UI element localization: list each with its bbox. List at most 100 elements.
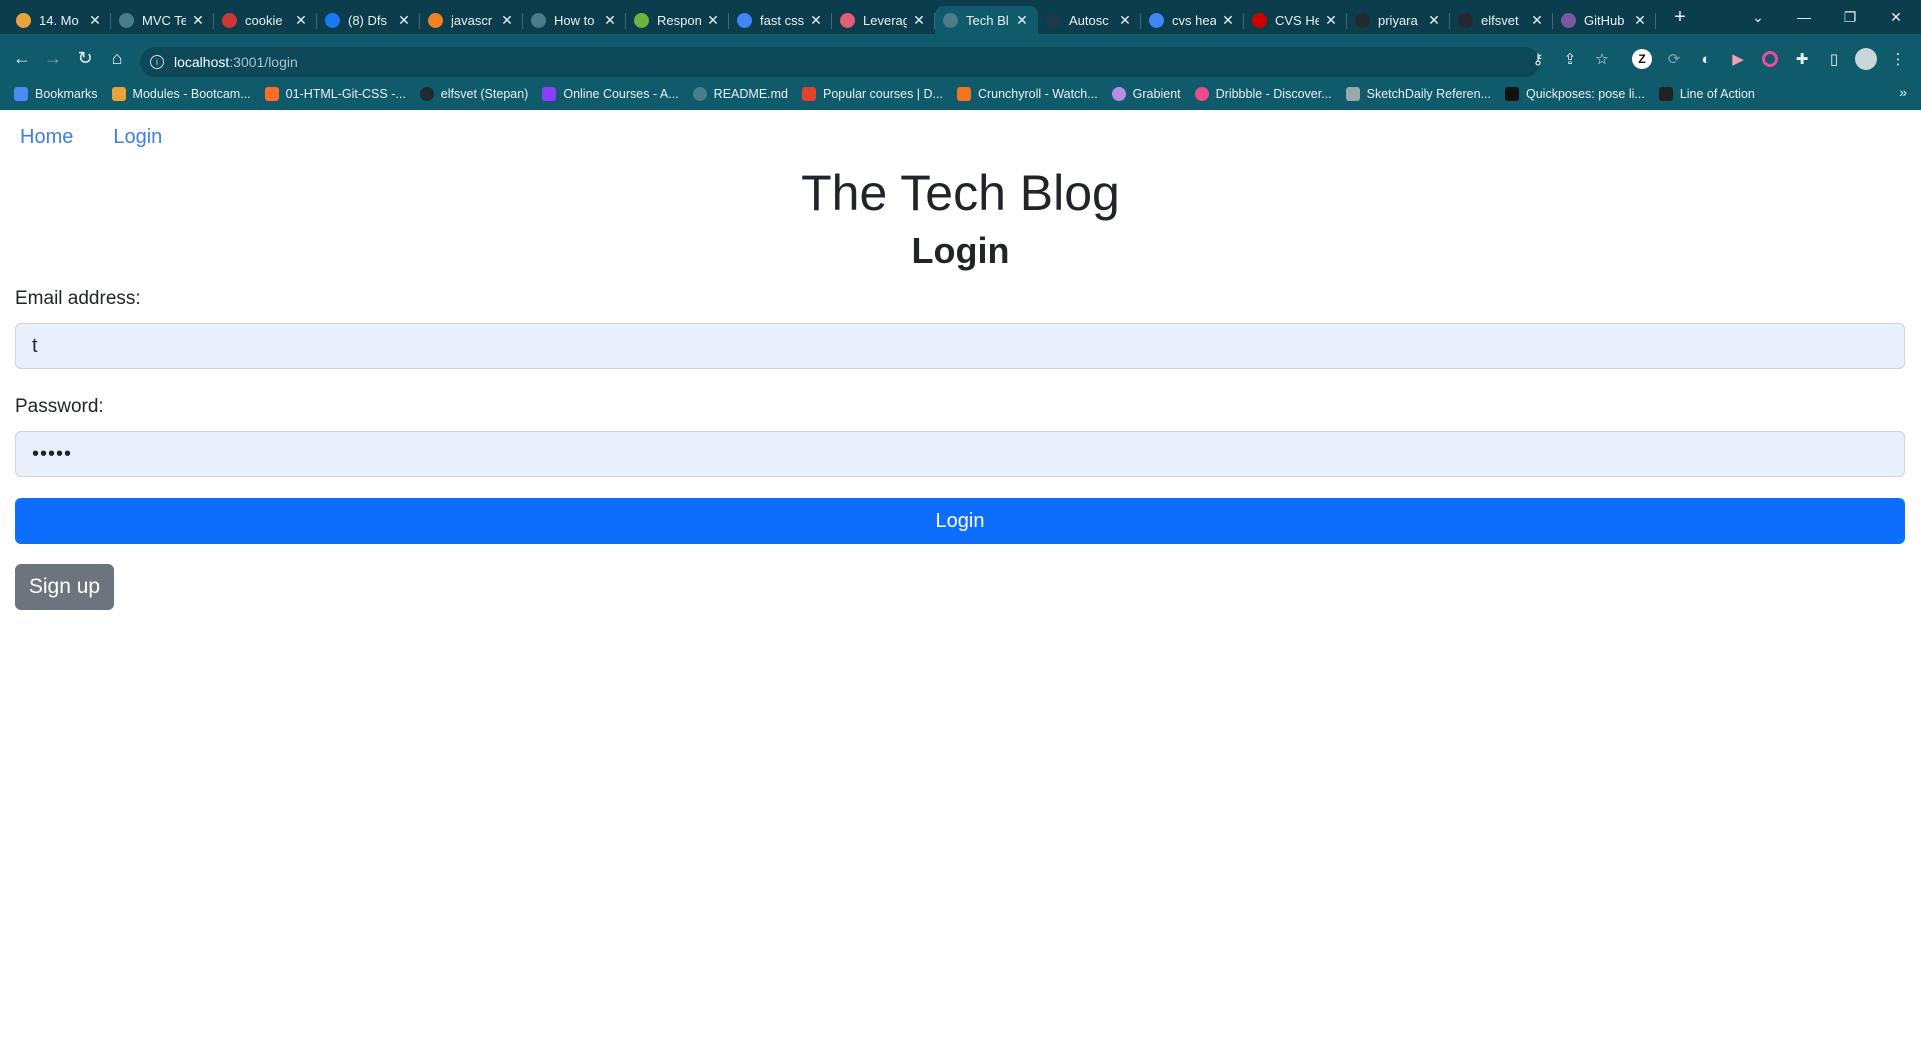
minimize-icon[interactable]: — — [1781, 0, 1827, 34]
browser-tab[interactable]: Autosc ✕ — [1038, 6, 1141, 34]
crunchyroll-icon — [956, 87, 971, 101]
browser-tab[interactable]: priyara ✕ — [1347, 6, 1450, 34]
password-field[interactable]: ••••• — [15, 431, 1905, 477]
close-tab-icon[interactable]: ✕ — [499, 12, 515, 29]
bookmark-item[interactable]: Bookmarks — [14, 87, 98, 101]
bookmark-label: Line of Action — [1679, 87, 1755, 101]
browser-tab[interactable]: MVC Te ✕ — [111, 6, 214, 34]
new-tab-icon[interactable]: + — [1668, 6, 1692, 29]
tab-title: elfsvet — [1481, 12, 1519, 28]
back-icon[interactable]: ← — [9, 45, 35, 71]
github-icon — [1458, 12, 1473, 28]
close-tab-icon[interactable]: ✕ — [396, 12, 412, 29]
extension-zotero-icon[interactable]: Z — [1630, 47, 1654, 71]
browser-tab[interactable]: cvs hea ✕ — [1141, 6, 1244, 34]
forward-icon[interactable]: → — [40, 45, 66, 71]
email-label: Email address: — [15, 288, 141, 309]
close-tab-icon[interactable]: ✕ — [1220, 12, 1236, 29]
home-icon[interactable]: ⌂ — [104, 45, 130, 71]
nav-home-link[interactable]: Home — [20, 126, 73, 149]
browser-tab[interactable]: elfsvet ✕ — [1450, 6, 1553, 34]
extension-colorpick-icon[interactable] — [1758, 47, 1782, 71]
close-tab-icon[interactable]: ✕ — [705, 12, 721, 29]
browser-tab[interactable]: Tech Bl ✕ — [935, 6, 1038, 34]
address-bar[interactable]: i localhost:3001/login — [140, 47, 1540, 77]
google-icon — [1149, 12, 1164, 28]
browser-tab[interactable]: 14. Mo ✕ — [8, 6, 111, 34]
email-field[interactable]: t — [15, 323, 1905, 369]
login-button[interactable]: Login — [15, 498, 1905, 544]
tab-separator — [1655, 13, 1656, 29]
reload-icon[interactable]: ↻ — [72, 45, 98, 71]
address-host: localhost — [174, 54, 230, 70]
dribbble-icon — [1194, 87, 1209, 101]
bookmark-star-icon[interactable]: ☆ — [1590, 47, 1614, 71]
bookmark-label: Online Courses - A... — [563, 87, 679, 101]
bookmarks-overflow-icon[interactable]: » — [1899, 84, 1907, 100]
close-tab-icon[interactable]: ✕ — [911, 12, 927, 29]
tab-title: Leverag — [863, 12, 907, 28]
profile-avatar-icon[interactable] — [1854, 47, 1878, 71]
close-tab-icon[interactable]: ✕ — [1426, 12, 1442, 29]
browser-tab[interactable]: How to ✕ — [523, 6, 626, 34]
bookmark-item[interactable]: Popular courses | D... — [802, 87, 943, 101]
github-icon — [1355, 12, 1370, 28]
sketch-icon — [1345, 87, 1360, 101]
password-label: Password: — [15, 396, 104, 417]
side-panel-icon[interactable]: ▯ — [1822, 47, 1846, 71]
bookmark-item[interactable]: 01-HTML-Git-CSS -... — [264, 87, 406, 101]
browser-tab[interactable]: cookie ✕ — [214, 6, 317, 34]
tab-search-icon[interactable]: ⌄ — [1735, 0, 1781, 34]
bookmark-item[interactable]: SketchDaily Referen... — [1345, 87, 1491, 101]
bookmark-label: 01-HTML-Git-CSS -... — [285, 87, 406, 101]
bookmark-item[interactable]: Quickposes: pose li... — [1505, 87, 1645, 101]
close-tab-icon[interactable]: ✕ — [1632, 12, 1648, 29]
bookmark-item[interactable]: elfsvet (Stepan) — [419, 87, 528, 101]
browser-tab[interactable]: javascr ✕ — [420, 6, 523, 34]
bookmark-item[interactable]: Dribbble - Discover... — [1194, 87, 1332, 101]
tab-title: Tech Bl — [966, 12, 1009, 28]
site-info-icon[interactable]: i — [150, 55, 164, 69]
bookmark-item[interactable]: README.md — [692, 87, 788, 101]
key-icon[interactable]: ⚷ — [1526, 47, 1550, 71]
stackoverflow-icon — [428, 12, 443, 28]
bookmark-item[interactable]: Modules - Bootcam... — [111, 87, 251, 101]
browser-tab[interactable]: (8) Dfs ✕ — [317, 6, 420, 34]
close-tab-icon[interactable]: ✕ — [1323, 12, 1339, 29]
close-tab-icon[interactable]: ✕ — [808, 12, 824, 29]
tab-title: cookie — [245, 12, 283, 28]
bookmark-item[interactable]: Crunchyroll - Watch... — [956, 87, 1098, 101]
browser-tab[interactable]: fast css ✕ — [729, 6, 832, 34]
signup-button[interactable]: Sign up — [15, 564, 114, 610]
bookmark-item[interactable]: Line of Action — [1658, 87, 1755, 101]
close-tab-icon[interactable]: ✕ — [1014, 12, 1030, 29]
tab-title: Autosc — [1069, 12, 1109, 28]
close-tab-icon[interactable]: ✕ — [87, 12, 103, 29]
udemy-icon — [111, 87, 126, 101]
share-icon[interactable]: ⇪ — [1558, 47, 1582, 71]
extension-video-icon[interactable]: ▶ — [1726, 47, 1750, 71]
browser-tab[interactable]: GitHub ✕ — [1553, 6, 1656, 34]
close-window-icon[interactable]: ✕ — [1873, 0, 1919, 34]
page-content: Home Login The Tech Blog Login Email add… — [0, 110, 1921, 1041]
extensions-puzzle-icon[interactable]: ✚ — [1790, 47, 1814, 71]
close-tab-icon[interactable]: ✕ — [1117, 12, 1133, 29]
globe-icon — [692, 87, 707, 101]
browser-tab[interactable]: Respon ✕ — [626, 6, 729, 34]
close-tab-icon[interactable]: ✕ — [602, 12, 618, 29]
browser-tab[interactable]: CVS He ✕ — [1244, 6, 1347, 34]
close-tab-icon[interactable]: ✕ — [190, 12, 206, 29]
nav-login-link[interactable]: Login — [113, 126, 162, 149]
bookmark-label: SketchDaily Referen... — [1366, 87, 1491, 101]
close-tab-icon[interactable]: ✕ — [293, 12, 309, 29]
close-tab-icon[interactable]: ✕ — [1529, 12, 1545, 29]
bookmark-label: Bookmarks — [35, 87, 98, 101]
shield-icon — [542, 87, 557, 101]
extension-dark-icon[interactable]: ◐ — [1694, 47, 1718, 71]
bookmark-item[interactable]: Grabient — [1111, 87, 1181, 101]
menu-kebab-icon[interactable]: ⋮ — [1886, 47, 1910, 71]
bookmark-item[interactable]: Online Courses - A... — [542, 87, 679, 101]
extension-sync-icon[interactable]: ⟳ — [1662, 47, 1686, 71]
restore-icon[interactable]: ❐ — [1827, 0, 1873, 34]
browser-tab[interactable]: Leverag ✕ — [832, 6, 935, 34]
